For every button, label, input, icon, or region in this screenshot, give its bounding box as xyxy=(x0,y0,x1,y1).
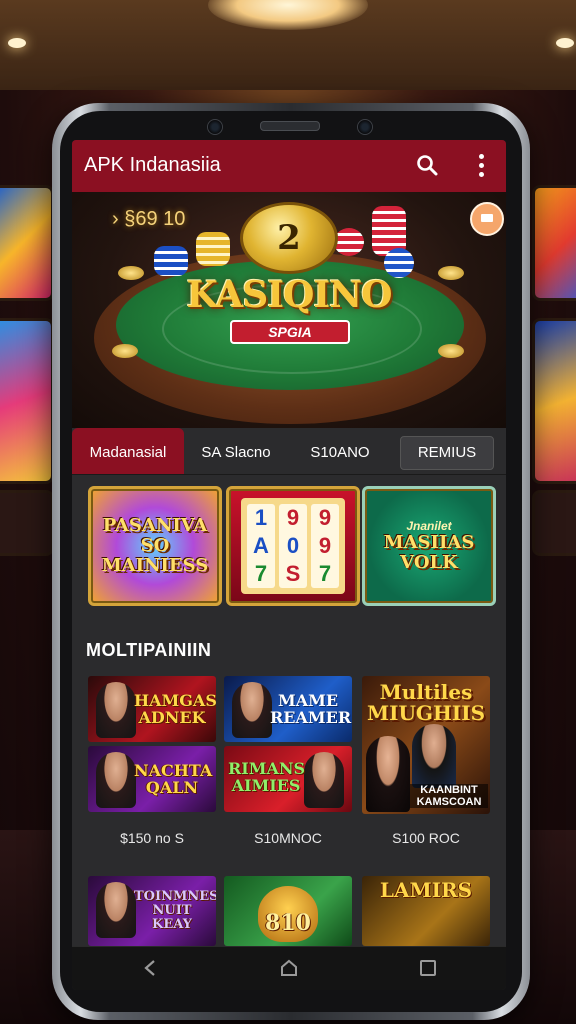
game-tile[interactable]: NACHTA QALN xyxy=(88,746,216,812)
game-title: NACHTA QALN xyxy=(134,761,213,797)
hero-sub-label: SPGIA xyxy=(230,320,350,344)
search-icon[interactable] xyxy=(416,154,438,176)
sensor-icon xyxy=(207,119,223,135)
host-portrait-icon xyxy=(232,682,272,738)
app-bar: APK Indanasiia xyxy=(72,140,506,192)
more-options-icon[interactable] xyxy=(474,152,488,180)
gift-badge-icon[interactable] xyxy=(470,202,504,236)
background-slot-machine xyxy=(0,318,54,484)
section-title: MOLTIPAINIIN xyxy=(86,640,212,660)
game-tile[interactable]: RIMANS AIMIES xyxy=(224,746,352,812)
background-slot-machine xyxy=(532,185,576,301)
gold-coin-icon: 2 xyxy=(240,202,338,274)
host-portrait-icon xyxy=(412,724,456,788)
game-subtitle: KAANBINT KAMSCOAN xyxy=(410,784,488,808)
host-portrait-icon xyxy=(96,882,136,938)
tab-remius[interactable]: REMIUS xyxy=(400,436,494,470)
hero-logo: KASIQINO xyxy=(186,274,392,316)
app-title: APK Indanasiia xyxy=(84,154,221,176)
featured-game-label: Jnanilet MASIIAS VOLK xyxy=(374,519,484,573)
slot-reel: 9 9 7 xyxy=(311,504,339,588)
earpiece-speaker xyxy=(260,121,320,131)
game-title: 810 xyxy=(265,909,311,936)
poker-chips-icon xyxy=(154,246,188,276)
featured-game-subtitle: Jnanilet xyxy=(406,519,452,533)
featured-game-title: MASIIAS VOLK xyxy=(383,532,475,573)
host-portrait-icon xyxy=(96,752,136,808)
tab-s10ano[interactable]: S10ANO xyxy=(288,428,392,474)
poker-chips-icon xyxy=(334,228,364,256)
slot-reels-icon: 1 A 7 9 0 S 9 9 7 xyxy=(241,498,345,594)
slot-reel: 9 0 S xyxy=(279,504,307,588)
featured-game-tile[interactable]: PASANIVA SO MAINIESS xyxy=(88,486,222,606)
featured-game-title: PASANIVA SO MAINIESS xyxy=(101,515,209,576)
game-tile[interactable]: HAMGAS ADNEK xyxy=(88,676,216,742)
game-title: LAMIRS xyxy=(379,878,473,902)
hero-sign: › §69 10 xyxy=(112,208,186,230)
game-tile[interactable]: MAME REAMER xyxy=(224,676,352,742)
background-slot-machine xyxy=(532,318,576,484)
game-tile[interactable]: Multiles MIUGHIIS KAANBINT KAMSCOAN xyxy=(362,676,490,814)
tab-sa-slacno[interactable]: SA Slacno xyxy=(184,428,288,474)
game-tile[interactable]: 810 xyxy=(224,876,352,946)
host-portrait-icon xyxy=(366,736,410,812)
game-title: Multiles MIUGHIIS xyxy=(366,680,486,725)
home-icon[interactable] xyxy=(280,959,298,977)
category-tabs: Madanasial SA Slacno S10ANO REMIUS xyxy=(72,428,506,475)
poker-chips-icon xyxy=(196,232,230,266)
background-slot-machine xyxy=(0,490,54,556)
app-screen: APK Indanasiia › §69 10 2 KASIQINO SPGIA… xyxy=(72,140,506,990)
recent-apps-icon[interactable] xyxy=(420,960,436,976)
host-portrait-icon xyxy=(304,752,344,808)
tab-madanasial[interactable]: Madanasial xyxy=(72,428,184,474)
game-title: RIMANS AIMIES xyxy=(228,759,306,795)
game-price: $150 no S xyxy=(120,830,184,846)
back-icon[interactable] xyxy=(142,959,158,977)
featured-game-tile[interactable]: Jnanilet MASIIAS VOLK xyxy=(362,486,496,606)
front-camera-icon xyxy=(357,119,373,135)
game-title: MAME REAMER xyxy=(270,691,352,727)
hero-banner[interactable]: › §69 10 2 KASIQINO SPGIA xyxy=(72,192,506,428)
ceiling-light xyxy=(8,38,26,48)
table-ornament xyxy=(112,344,138,358)
coin-number: 2 xyxy=(277,218,301,258)
game-tile[interactable]: LAMIRS xyxy=(362,876,490,946)
ceiling-light xyxy=(556,38,574,48)
game-price: S10MNOC xyxy=(254,830,322,846)
game-price: S100 ROC xyxy=(392,830,460,846)
background-slot-machine xyxy=(532,490,576,556)
game-title: HAMGAS ADNEK xyxy=(134,691,216,727)
host-portrait-icon xyxy=(96,682,136,738)
table-ornament xyxy=(438,344,464,358)
slot-reel: 1 A 7 xyxy=(247,504,275,588)
game-title: TOINMNES NUIT KEAY xyxy=(134,889,216,932)
featured-slot-reels-tile[interactable]: 1 A 7 9 0 S 9 9 7 xyxy=(226,486,360,606)
background-slot-machine xyxy=(0,185,54,301)
game-tile[interactable]: TOINMNES NUIT KEAY xyxy=(88,876,216,946)
navigation-bar xyxy=(72,946,506,990)
